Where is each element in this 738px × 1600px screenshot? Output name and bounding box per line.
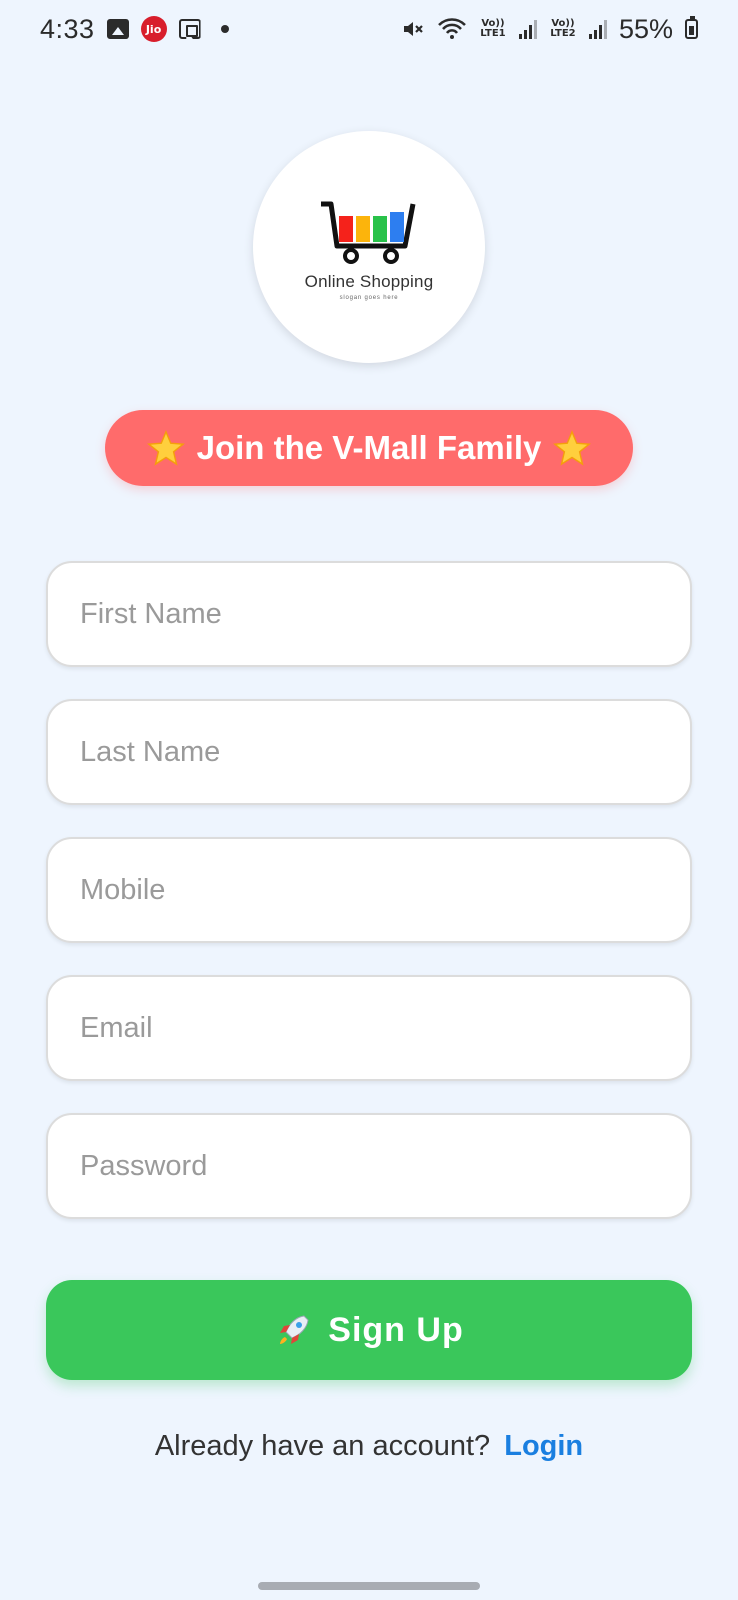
status-bar: 4:33 Jio Vo)) LTE1 Vo)) LTE2 55% [0,0,738,58]
email-input[interactable] [46,975,692,1081]
app-logo: Online Shopping slogan goes here [253,131,485,363]
logo-slogan: slogan goes here [339,294,399,301]
signal-icon [588,19,607,39]
login-link[interactable]: Login [504,1430,583,1462]
logo-title: Online Shopping [304,271,434,291]
lte1-label: Vo)) LTE1 [480,18,506,39]
star-icon [553,429,592,466]
lte2-label: Vo)) LTE2 [550,18,576,39]
signup-screen: 4:33 Jio Vo)) LTE1 Vo)) LTE2 55% Online … [0,0,738,1600]
banner-text: Join the V-Mall Family [196,429,542,466]
sign-up-button[interactable]: Sign Up [46,1280,692,1380]
join-banner: Join the V-Mall Family [105,410,633,486]
star-icon [146,429,185,466]
last-name-input[interactable] [46,699,692,805]
battery-percent: 55% [618,13,673,44]
login-prompt-text: Already have an account? [154,1430,491,1462]
jio-icon: Jio [140,16,167,42]
sign-up-label: Sign Up [328,1310,464,1349]
screen-record-icon [179,19,201,39]
wifi-icon [438,18,466,39]
image-icon [106,19,129,39]
home-indicator[interactable] [258,1582,480,1590]
dot-icon [220,25,229,33]
shopping-cart-icon [321,201,416,264]
battery-icon [685,16,698,39]
mobile-input[interactable] [46,837,692,943]
mute-icon [403,22,423,36]
status-bar-left: 4:33 Jio [40,14,229,45]
login-prompt: Already have an account? Login [0,1430,738,1463]
status-time: 4:33 [40,13,95,44]
status-bar-right: Vo)) LTE1 Vo)) LTE2 55% [401,14,698,45]
password-input[interactable] [46,1113,692,1219]
rocket-icon [280,1315,309,1344]
signal-icon [518,19,537,39]
first-name-input[interactable] [46,561,692,667]
